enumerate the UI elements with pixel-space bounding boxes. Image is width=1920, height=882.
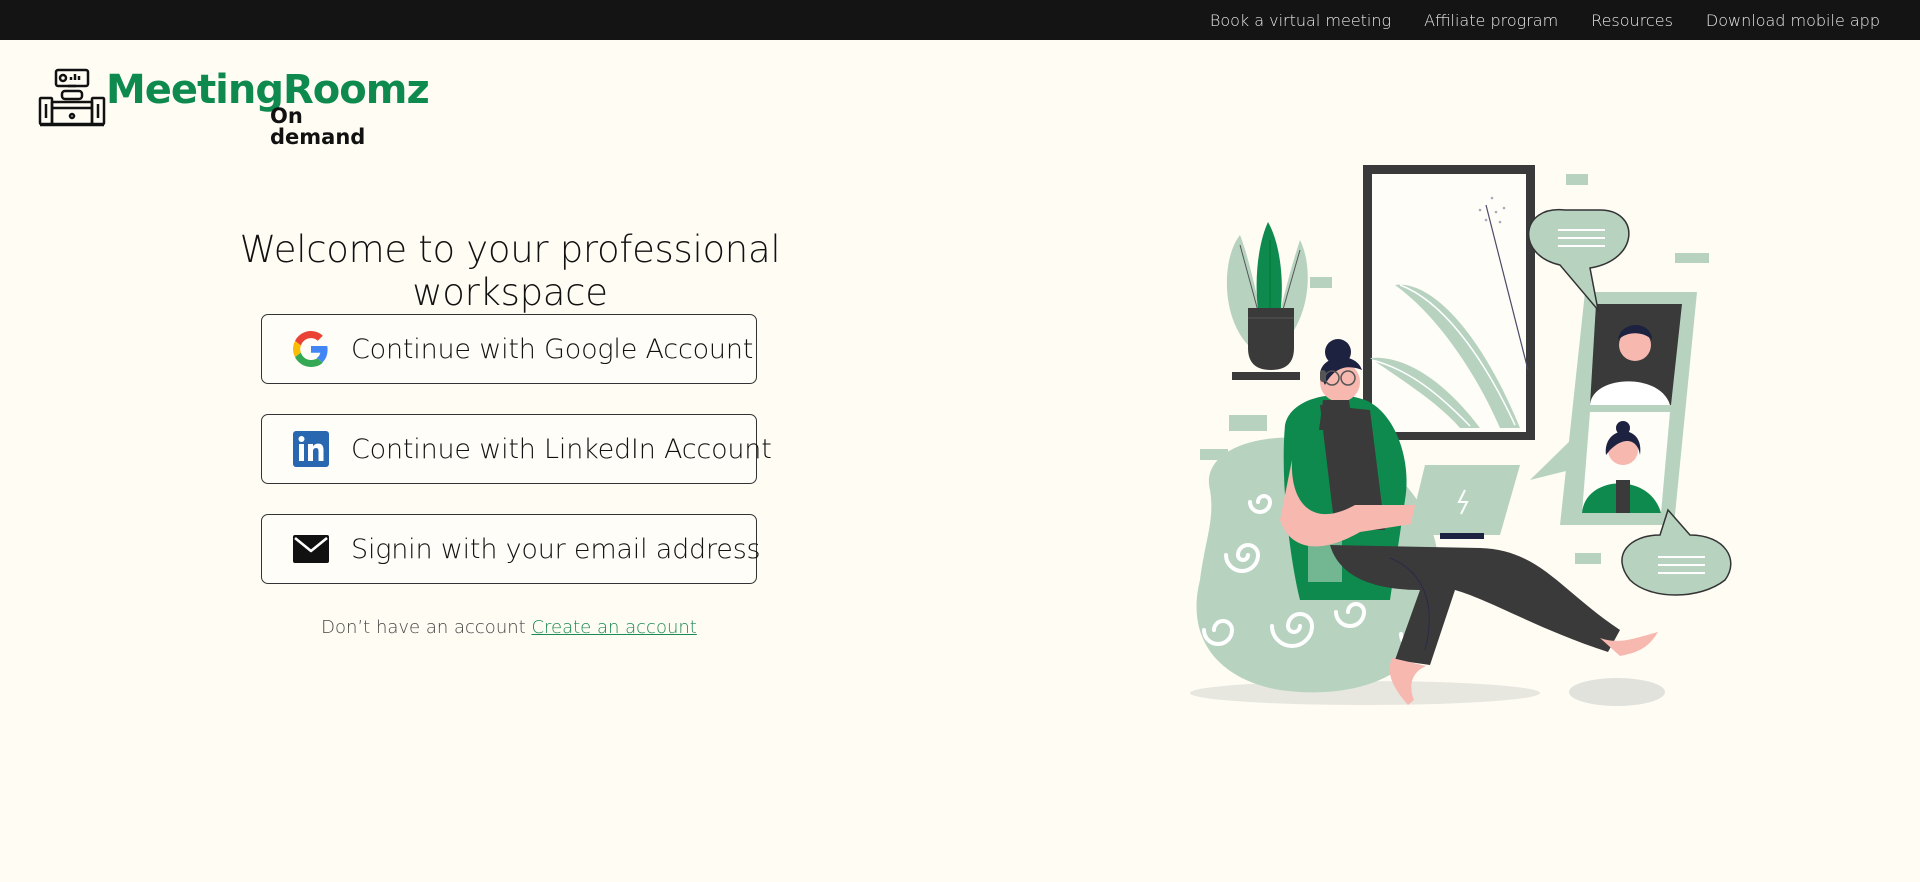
signup-prompt-text: Don’t have an account <box>321 617 526 638</box>
workspace-illustration <box>1190 165 1732 706</box>
top-nav-bar: Book a virtual meeting Affiliate program… <box>0 0 1920 40</box>
signup-prompt: Don’t have an account Create an account <box>261 617 757 638</box>
nav-affiliate-program[interactable]: Affiliate program <box>1424 11 1558 30</box>
nav-download-mobile-app[interactable]: Download mobile app <box>1706 11 1880 30</box>
brand-logo[interactable]: MeetingRoomz On demand <box>38 66 430 148</box>
mail-icon <box>293 531 329 567</box>
google-signin-label: Continue with Google Account <box>351 333 754 365</box>
email-signin-button[interactable]: Signin with your email address <box>261 514 761 584</box>
foot-shadow <box>1569 678 1665 706</box>
google-icon <box>293 331 329 367</box>
laptop <box>1408 465 1520 535</box>
brand-tagline: On demand <box>270 104 366 149</box>
linkedin-signin-label: Continue with LinkedIn Account <box>351 433 772 465</box>
brand-name: MeetingRoomz <box>106 67 430 113</box>
nav-resources[interactable]: Resources <box>1591 11 1673 30</box>
create-account-link[interactable]: Create an account <box>531 617 696 638</box>
google-signin-button[interactable]: Continue with Google Account <box>261 314 757 384</box>
page-title: Welcome to your professional workspace <box>239 228 781 314</box>
linkedin-icon <box>293 431 329 467</box>
nav-book-virtual-meeting[interactable]: Book a virtual meeting <box>1210 11 1391 30</box>
meeting-room-logo-icon <box>38 68 106 127</box>
top-nav: Book a virtual meeting Affiliate program… <box>1210 0 1880 40</box>
linkedin-signin-button[interactable]: Continue with LinkedIn Account <box>261 414 772 484</box>
email-signin-label: Signin with your email address <box>351 533 761 565</box>
